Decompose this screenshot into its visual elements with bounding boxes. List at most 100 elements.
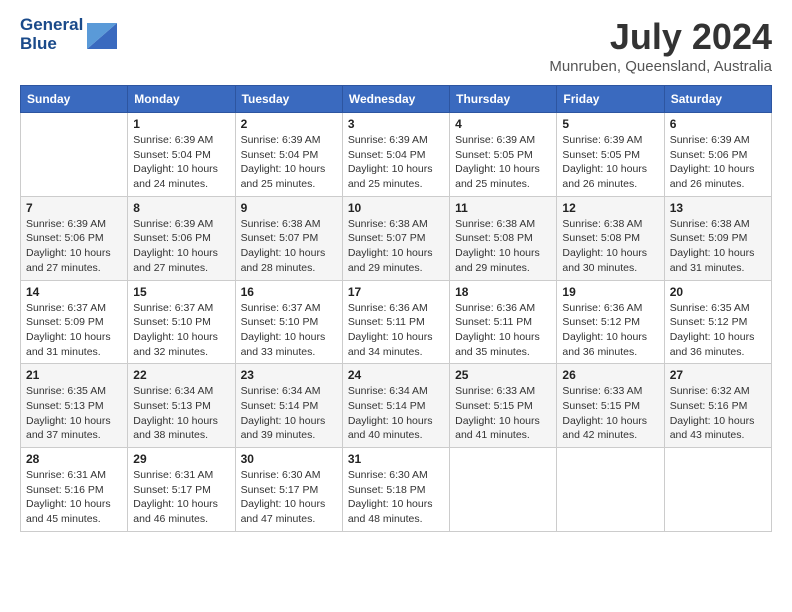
calendar-day-cell: 4Sunrise: 6:39 AM Sunset: 5:05 PM Daylig…	[450, 113, 557, 197]
day-number: 12	[562, 201, 658, 215]
day-info: Sunrise: 6:39 AM Sunset: 5:04 PM Dayligh…	[133, 133, 229, 192]
title-block: July 2024 Munruben, Queensland, Australi…	[549, 16, 772, 75]
day-number: 10	[348, 201, 444, 215]
calendar-day-cell: 11Sunrise: 6:38 AM Sunset: 5:08 PM Dayli…	[450, 196, 557, 280]
weekday-header: Saturday	[664, 86, 771, 113]
calendar-day-cell: 24 Sunrise: 6:34 AM Sunset: 5:14 PM Dayli…	[342, 364, 449, 448]
day-info: Sunrise: 6:39 AM Sunset: 5:04 PM Dayligh…	[348, 133, 444, 192]
calendar-day-cell: 18 Sunrise: 6:36 AM Sunset: 5:11 PM Dayli…	[450, 280, 557, 364]
day-info: Sunrise: 6:39 AM Sunset: 5:06 PM Dayligh…	[133, 217, 229, 276]
weekday-header: Wednesday	[342, 86, 449, 113]
weekday-header: Thursday	[450, 86, 557, 113]
day-number: 28	[26, 452, 122, 466]
day-info: Sunrise: 6:39 AM Sunset: 5:06 PM Dayligh…	[670, 133, 766, 192]
day-number: 31	[348, 452, 444, 466]
logo-text: General Blue	[20, 16, 117, 53]
day-number: 21	[26, 368, 122, 382]
calendar-day-cell: 21 Sunrise: 6:35 AM Sunset: 5:13 PM Dayli…	[21, 364, 128, 448]
calendar-day-cell: 16Sunrise: 6:37 AM Sunset: 5:10 PM Dayli…	[235, 280, 342, 364]
subtitle: Munruben, Queensland, Australia	[549, 58, 772, 75]
day-info: Sunrise: 6:34 AM Sunset: 5:14 PM Dayligh…	[348, 384, 444, 443]
day-number: 17	[348, 285, 444, 299]
calendar-week-row: 7 Sunrise: 6:39 AM Sunset: 5:06 PM Daylig…	[21, 196, 772, 280]
day-info: Sunrise: 6:38 AM Sunset: 5:08 PM Dayligh…	[562, 217, 658, 276]
calendar-day-cell	[450, 448, 557, 532]
calendar-day-cell: 13Sunrise: 6:38 AM Sunset: 5:09 PM Dayli…	[664, 196, 771, 280]
day-number: 13	[670, 201, 766, 215]
calendar-week-row: 28 Sunrise: 6:31 AM Sunset: 5:16 PM Dayli…	[21, 448, 772, 532]
day-number: 19	[562, 285, 658, 299]
weekday-header: Sunday	[21, 86, 128, 113]
calendar-day-cell: 7 Sunrise: 6:39 AM Sunset: 5:06 PM Daylig…	[21, 196, 128, 280]
day-number: 2	[241, 117, 337, 131]
calendar-header-row: SundayMondayTuesdayWednesdayThursdayFrid…	[21, 86, 772, 113]
logo-line2: Blue	[20, 35, 83, 54]
day-info: Sunrise: 6:37 AM Sunset: 5:10 PM Dayligh…	[241, 301, 337, 360]
day-number: 26	[562, 368, 658, 382]
day-number: 27	[670, 368, 766, 382]
day-info: Sunrise: 6:39 AM Sunset: 5:04 PM Dayligh…	[241, 133, 337, 192]
weekday-header: Monday	[128, 86, 235, 113]
day-number: 1	[133, 117, 229, 131]
day-info: Sunrise: 6:35 AM Sunset: 5:13 PM Dayligh…	[26, 384, 122, 443]
calendar-week-row: 21 Sunrise: 6:35 AM Sunset: 5:13 PM Dayli…	[21, 364, 772, 448]
day-number: 5	[562, 117, 658, 131]
day-info: Sunrise: 6:36 AM Sunset: 5:12 PM Dayligh…	[562, 301, 658, 360]
calendar-day-cell: 12 Sunrise: 6:38 AM Sunset: 5:08 PM Dayli…	[557, 196, 664, 280]
calendar-day-cell: 8 Sunrise: 6:39 AM Sunset: 5:06 PM Daylig…	[128, 196, 235, 280]
day-info: Sunrise: 6:36 AM Sunset: 5:11 PM Dayligh…	[348, 301, 444, 360]
calendar-day-cell: 3 Sunrise: 6:39 AM Sunset: 5:04 PM Daylig…	[342, 113, 449, 197]
day-info: Sunrise: 6:30 AM Sunset: 5:18 PM Dayligh…	[348, 468, 444, 527]
day-info: Sunrise: 6:35 AM Sunset: 5:12 PM Dayligh…	[670, 301, 766, 360]
day-info: Sunrise: 6:37 AM Sunset: 5:10 PM Dayligh…	[133, 301, 229, 360]
calendar-table: SundayMondayTuesdayWednesdayThursdayFrid…	[20, 85, 772, 532]
calendar-day-cell: 29 Sunrise: 6:31 AM Sunset: 5:17 PM Dayli…	[128, 448, 235, 532]
day-number: 11	[455, 201, 551, 215]
calendar-day-cell: 1 Sunrise: 6:39 AM Sunset: 5:04 PM Daylig…	[128, 113, 235, 197]
calendar-day-cell: 2 Sunrise: 6:39 AM Sunset: 5:04 PM Daylig…	[235, 113, 342, 197]
day-info: Sunrise: 6:31 AM Sunset: 5:17 PM Dayligh…	[133, 468, 229, 527]
day-info: Sunrise: 6:31 AM Sunset: 5:16 PM Dayligh…	[26, 468, 122, 527]
calendar-day-cell: 25 Sunrise: 6:33 AM Sunset: 5:15 PM Dayli…	[450, 364, 557, 448]
calendar-day-cell: 10Sunrise: 6:38 AM Sunset: 5:07 PM Dayli…	[342, 196, 449, 280]
day-info: Sunrise: 6:30 AM Sunset: 5:17 PM Dayligh…	[241, 468, 337, 527]
day-number: 8	[133, 201, 229, 215]
day-info: Sunrise: 6:34 AM Sunset: 5:13 PM Dayligh…	[133, 384, 229, 443]
day-info: Sunrise: 6:39 AM Sunset: 5:05 PM Dayligh…	[455, 133, 551, 192]
calendar-day-cell	[21, 113, 128, 197]
calendar-day-cell: 27 Sunrise: 6:32 AM Sunset: 5:16 PM Dayli…	[664, 364, 771, 448]
day-number: 24	[348, 368, 444, 382]
header: General Blue July 2024 Munruben, Queensl…	[20, 16, 772, 75]
day-info: Sunrise: 6:37 AM Sunset: 5:09 PM Dayligh…	[26, 301, 122, 360]
calendar-day-cell: 14 Sunrise: 6:37 AM Sunset: 5:09 PM Dayli…	[21, 280, 128, 364]
day-info: Sunrise: 6:36 AM Sunset: 5:11 PM Dayligh…	[455, 301, 551, 360]
logo-icon	[87, 13, 117, 49]
day-info: Sunrise: 6:39 AM Sunset: 5:06 PM Dayligh…	[26, 217, 122, 276]
day-info: Sunrise: 6:38 AM Sunset: 5:07 PM Dayligh…	[241, 217, 337, 276]
day-number: 30	[241, 452, 337, 466]
day-info: Sunrise: 6:39 AM Sunset: 5:05 PM Dayligh…	[562, 133, 658, 192]
calendar-day-cell: 17 Sunrise: 6:36 AM Sunset: 5:11 PM Dayli…	[342, 280, 449, 364]
day-number: 22	[133, 368, 229, 382]
calendar-day-cell: 22 Sunrise: 6:34 AM Sunset: 5:13 PM Dayli…	[128, 364, 235, 448]
day-number: 7	[26, 201, 122, 215]
day-number: 25	[455, 368, 551, 382]
calendar-day-cell	[664, 448, 771, 532]
calendar-day-cell: 9 Sunrise: 6:38 AM Sunset: 5:07 PM Daylig…	[235, 196, 342, 280]
calendar-day-cell: 19 Sunrise: 6:36 AM Sunset: 5:12 PM Dayli…	[557, 280, 664, 364]
day-number: 14	[26, 285, 122, 299]
day-number: 18	[455, 285, 551, 299]
calendar-week-row: 1 Sunrise: 6:39 AM Sunset: 5:04 PM Daylig…	[21, 113, 772, 197]
calendar-day-cell: 20Sunrise: 6:35 AM Sunset: 5:12 PM Dayli…	[664, 280, 771, 364]
day-info: Sunrise: 6:32 AM Sunset: 5:16 PM Dayligh…	[670, 384, 766, 443]
day-info: Sunrise: 6:33 AM Sunset: 5:15 PM Dayligh…	[455, 384, 551, 443]
main-title: July 2024	[549, 16, 772, 58]
day-number: 9	[241, 201, 337, 215]
day-info: Sunrise: 6:34 AM Sunset: 5:14 PM Dayligh…	[241, 384, 337, 443]
day-number: 29	[133, 452, 229, 466]
calendar-day-cell: 28 Sunrise: 6:31 AM Sunset: 5:16 PM Dayli…	[21, 448, 128, 532]
calendar-day-cell: 30 Sunrise: 6:30 AM Sunset: 5:17 PM Dayli…	[235, 448, 342, 532]
day-number: 3	[348, 117, 444, 131]
calendar-day-cell: 31 Sunrise: 6:30 AM Sunset: 5:18 PM Dayli…	[342, 448, 449, 532]
calendar-day-cell: 5 Sunrise: 6:39 AM Sunset: 5:05 PM Daylig…	[557, 113, 664, 197]
